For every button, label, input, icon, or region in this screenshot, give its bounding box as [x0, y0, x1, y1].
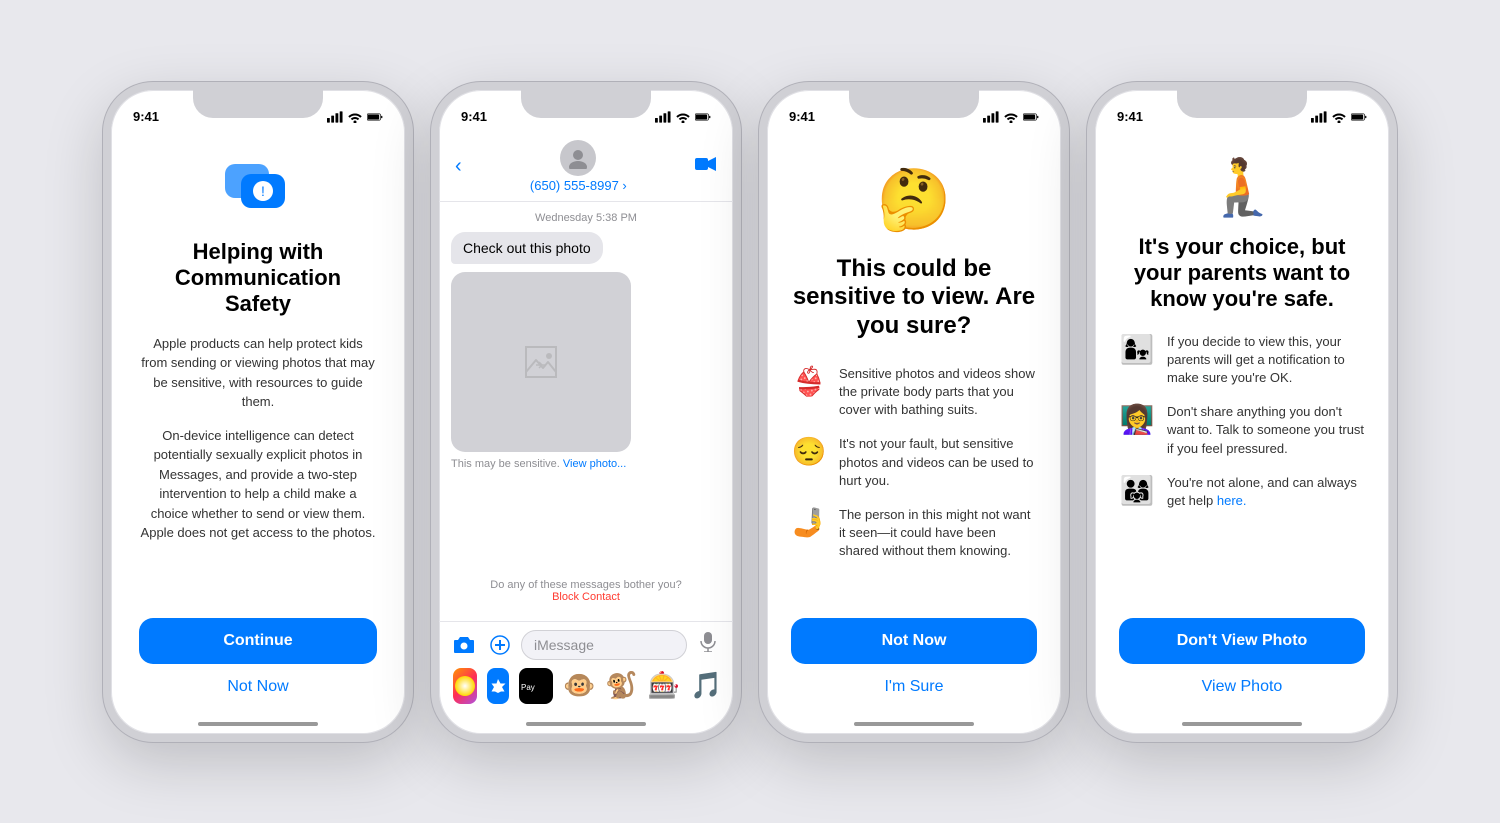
- msg-image-placeholder: [451, 272, 631, 452]
- phone-3-time: 9:41: [789, 109, 815, 124]
- info-item-4-1: 👩‍👧 If you decide to view this, your par…: [1119, 333, 1365, 388]
- signal-icon-4: [1311, 111, 1327, 123]
- phone-3-content: 🤔 This could be sensitive to view. Are y…: [767, 134, 1061, 716]
- help-link[interactable]: here.: [1217, 493, 1247, 508]
- info-item-1: 👙 Sensitive photos and videos show the p…: [791, 365, 1037, 420]
- emoji-4-icon[interactable]: 🎵: [690, 668, 722, 704]
- contact-name[interactable]: (650) 555-8997 ›: [530, 178, 627, 193]
- phone-3-title: This could be sensitive to view. Are you…: [791, 255, 1037, 341]
- svg-text:Pay: Pay: [521, 683, 535, 692]
- phone-2-status-icons: [655, 111, 711, 123]
- phone-1-title: Helping with Communication Safety: [139, 239, 377, 318]
- signal-icon-2: [655, 111, 671, 123]
- info-text-4-1: If you decide to view this, your parents…: [1167, 333, 1365, 388]
- app-drawer-button[interactable]: [485, 630, 515, 660]
- phone-4: 9:41 🧎 It's your choice, but your parent…: [1087, 82, 1397, 742]
- message-input-area: iMessage Pay 🐵 🐒: [439, 621, 733, 716]
- emoji-3-icon[interactable]: 🎰: [648, 668, 680, 704]
- phone-4-notch: [1177, 90, 1307, 118]
- message-input-row: iMessage: [449, 630, 723, 660]
- info-item-3: 🤳 The person in this might not want it s…: [791, 506, 1037, 561]
- not-now-button-3[interactable]: Not Now: [791, 618, 1037, 664]
- mic-button[interactable]: [693, 630, 723, 660]
- phone-2-home-indicator: [526, 722, 646, 726]
- appstore-icon[interactable]: [487, 668, 509, 704]
- info-text-2: It's not your fault, but sensitive photo…: [839, 435, 1037, 490]
- msg-date: Wednesday 5:38 PM: [451, 212, 721, 224]
- choice-emoji: 🧎: [1207, 154, 1277, 220]
- messages-header: ‹ (650) 555-8997 ›: [439, 134, 733, 202]
- wifi-icon-3: [1003, 111, 1019, 123]
- app-icons-row: Pay 🐵 🐒 🎰 🎵: [449, 660, 723, 708]
- family-emoji-2: 👩‍🏫: [1119, 403, 1155, 436]
- phone-4-status-icons: [1311, 111, 1367, 123]
- block-contact-link[interactable]: Block Contact: [552, 591, 620, 603]
- view-photo-button[interactable]: View Photo: [1119, 678, 1365, 696]
- phone-1-desc1: Apple products can help protect kids fro…: [139, 334, 377, 412]
- block-notice: Do any of these messages bother you? Blo…: [451, 571, 721, 611]
- dont-view-button[interactable]: Don't View Photo: [1119, 618, 1365, 664]
- info-text-4-2: Don't share anything you don't want to. …: [1167, 403, 1365, 458]
- info-item-2: 😔 It's not your fault, but sensitive pho…: [791, 435, 1037, 490]
- phone-3-notch: [849, 90, 979, 118]
- phone-3-status-icons: [983, 111, 1039, 123]
- family-emoji-3: 👨‍👩‍👧: [1119, 474, 1155, 507]
- battery-icon-4: [1351, 111, 1367, 123]
- comm-safety-icon: !: [223, 154, 293, 223]
- emoji-2-icon[interactable]: 🐒: [605, 668, 637, 704]
- wifi-icon-4: [1331, 111, 1347, 123]
- phone-2-notch: [521, 90, 651, 118]
- selfie-emoji: 🤳: [791, 506, 827, 539]
- battery-icon-3: [1023, 111, 1039, 123]
- info-item-4-3: 👨‍👩‍👧 You're not alone, and can always g…: [1119, 474, 1365, 510]
- phone-3: 9:41 🤔 This could be sensitive to view. …: [759, 82, 1069, 742]
- imessage-input[interactable]: iMessage: [521, 630, 687, 660]
- phone-4-title: It's your choice, but your parents want …: [1119, 234, 1365, 313]
- video-call-button[interactable]: [695, 155, 717, 178]
- phone-1-notch: [193, 90, 323, 118]
- info-text-4-3: You're not alone, and can always get hel…: [1167, 474, 1365, 510]
- messages-area: Wednesday 5:38 PM Check out this photo T…: [439, 202, 733, 621]
- phone-1-home-indicator: [198, 722, 318, 726]
- phone-3-home-indicator: [854, 722, 974, 726]
- not-now-button-1[interactable]: Not Now: [139, 678, 377, 696]
- phone-1-desc2: On-device intelligence can detect potent…: [139, 426, 377, 543]
- phone-2: 9:41 ‹ (650) 555-8997 › Wednesday: [431, 82, 741, 742]
- family-emoji-1: 👩‍👧: [1119, 333, 1155, 366]
- phone-1-status-icons: [327, 111, 383, 123]
- signal-icon: [327, 111, 343, 123]
- info-item-4-2: 👩‍🏫 Don't share anything you don't want …: [1119, 403, 1365, 458]
- phone-1-content: ! Helping with Communication Safety Appl…: [111, 134, 405, 716]
- wifi-icon-2: [675, 111, 691, 123]
- thinking-emoji: 🤔: [877, 164, 952, 235]
- msg-bubble: Check out this photo: [451, 232, 603, 264]
- camera-button[interactable]: [449, 630, 479, 660]
- phone-4-content: 🧎 It's your choice, but your parents wan…: [1095, 134, 1389, 716]
- phone-2-time: 9:41: [461, 109, 487, 124]
- sad-emoji: 😔: [791, 435, 827, 468]
- contact-info: (650) 555-8997 ›: [530, 140, 627, 193]
- emoji-1-icon[interactable]: 🐵: [563, 668, 595, 704]
- photos-app-icon[interactable]: [453, 668, 477, 704]
- info-text-1: Sensitive photos and videos show the pri…: [839, 365, 1037, 420]
- contact-avatar: [560, 140, 596, 176]
- view-photo-link[interactable]: View photo...: [563, 458, 626, 470]
- applepay-icon[interactable]: Pay: [519, 668, 553, 704]
- back-button[interactable]: ‹: [455, 155, 462, 178]
- sensitive-notice: This may be sensitive. View photo...: [451, 458, 721, 470]
- phones-container: 9:41 ! Helping with Communication Safety: [103, 82, 1397, 742]
- im-sure-button[interactable]: I'm Sure: [791, 678, 1037, 696]
- signal-icon-3: [983, 111, 999, 123]
- bikini-emoji: 👙: [791, 365, 827, 398]
- battery-icon-2: [695, 111, 711, 123]
- continue-button[interactable]: Continue: [139, 618, 377, 664]
- wifi-icon: [347, 111, 363, 123]
- info-text-3: The person in this might not want it see…: [839, 506, 1037, 561]
- battery-icon: [367, 111, 383, 123]
- phone-1: 9:41 ! Helping with Communication Safety: [103, 82, 413, 742]
- svg-text:!: !: [261, 183, 265, 199]
- phone-4-home-indicator: [1182, 722, 1302, 726]
- phone-4-time: 9:41: [1117, 109, 1143, 124]
- phone-1-time: 9:41: [133, 109, 159, 124]
